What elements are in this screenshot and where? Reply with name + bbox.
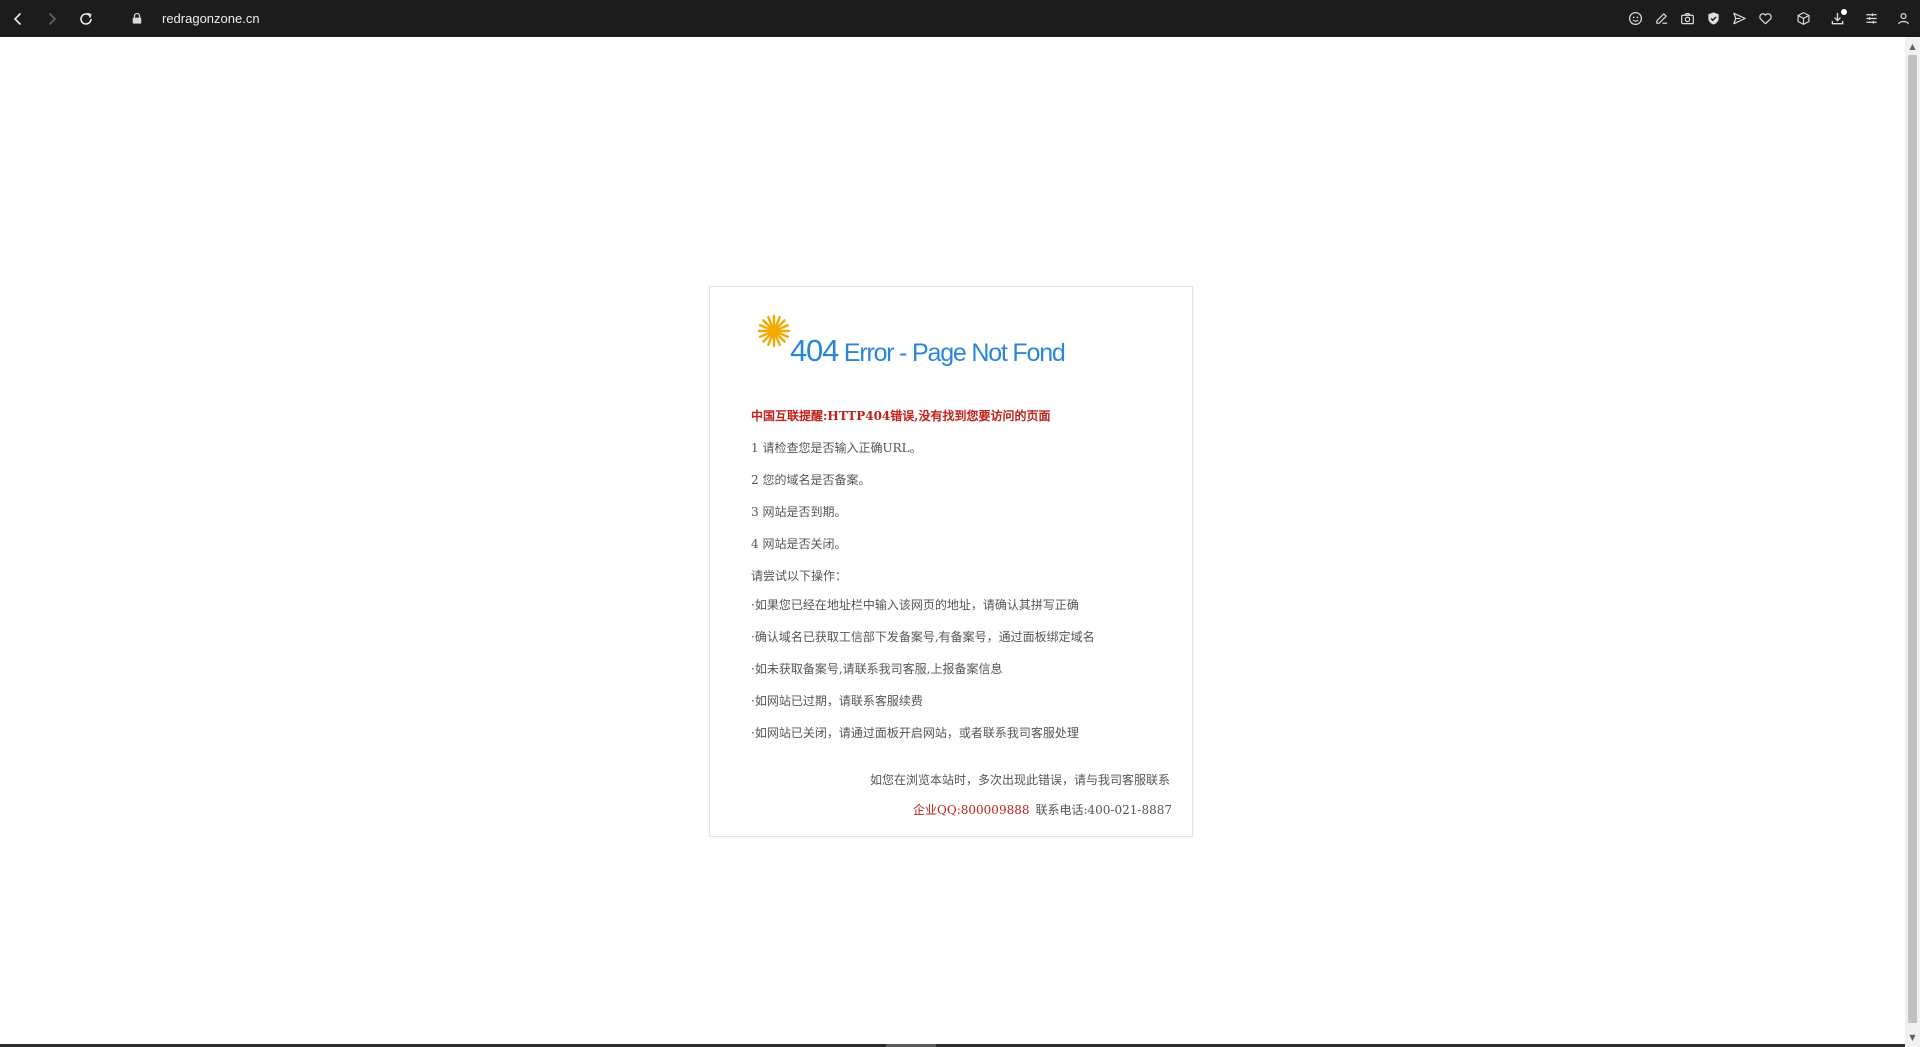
menu-button[interactable]: [1858, 6, 1884, 32]
error-warning: 中国互联提醒:HTTP404错误,没有找到您要访问的页面: [751, 409, 1051, 423]
error-content: 中国互联提醒:HTTP404错误,没有找到您要访问的页面 1 请检查您是否输入正…: [751, 408, 1171, 757]
page-title: 404 Error - Page Not Fond: [790, 333, 1066, 369]
vertical-scrollbar[interactable]: ▲ ▼: [1905, 37, 1920, 1047]
smiley-icon: [1628, 11, 1642, 26]
reload-button[interactable]: [71, 4, 101, 34]
downloads-button[interactable]: [1824, 6, 1850, 32]
contact-line: 企业QQ:800009888 联系电话:400-021-8887: [913, 801, 1172, 818]
sunburst-logo-icon: [757, 314, 791, 348]
browser-toolbar: redragonzone.cn: [0, 0, 1920, 37]
forward-arrow-icon: [48, 12, 57, 25]
user-icon: [1897, 13, 1909, 25]
error-code: 404: [790, 333, 839, 368]
heart-icon: [1758, 13, 1772, 25]
send-button[interactable]: [1726, 6, 1752, 32]
try-heading: 请尝试以下操作：: [751, 569, 848, 583]
extensions-button[interactable]: [1790, 6, 1816, 32]
action-item: ·如网站已过期，请联系客服续费: [751, 694, 923, 708]
action-item: ·确认域名已获取工信部下发备案号,有备案号，通过面板绑定域名: [751, 630, 1095, 644]
action-item: ·如网站已关闭，请通过面板开启网站，或者联系我司客服处理: [751, 726, 1079, 740]
forward-button[interactable]: [37, 4, 67, 34]
shield-icon: [1707, 12, 1719, 25]
back-arrow-icon: [13, 12, 22, 25]
scrollbar-thumb[interactable]: [1908, 55, 1917, 1023]
check-item: 1 请检查您是否输入正确URL。: [751, 441, 922, 455]
error-panel: 404 Error - Page Not Fond 中国互联提醒:HTTP404…: [709, 286, 1193, 837]
favorite-button[interactable]: [1752, 6, 1778, 32]
scroll-down-arrow-icon[interactable]: ▼: [1905, 1030, 1920, 1045]
screenshot-button[interactable]: [1674, 6, 1700, 32]
check-item: 3 网站是否到期。: [751, 505, 847, 519]
phone-number: 联系电话:400-021-8887: [1035, 803, 1172, 817]
adblock-button[interactable]: [1700, 6, 1726, 32]
cube-icon: [1797, 12, 1809, 25]
emoji-button[interactable]: [1622, 6, 1648, 32]
profile-button[interactable]: [1890, 6, 1916, 32]
check-item: 2 您的域名是否备案。: [751, 473, 871, 487]
edit-icon: [1655, 12, 1667, 24]
menu-icon: [1865, 13, 1877, 24]
support-note: 如您在浏览本站时，多次出现此错误，请与我司客服联系: [869, 773, 1170, 787]
back-button[interactable]: [3, 4, 33, 34]
action-item: ·如果您已经在地址栏中输入该网页的地址，请确认其拼写正确: [751, 598, 1079, 612]
send-icon: [1732, 12, 1746, 25]
edit-button[interactable]: [1648, 6, 1674, 32]
address-bar-url[interactable]: redragonzone.cn: [162, 11, 260, 26]
download-badge: [1841, 8, 1847, 15]
toolbar-actions: [1622, 0, 1920, 37]
reload-icon: [80, 12, 92, 25]
action-item: ·如未获取备案号,请联系我司客服,上报备案信息: [751, 662, 1003, 676]
qq-contact-link[interactable]: 企业QQ:800009888: [913, 803, 1029, 817]
lock-icon[interactable]: [131, 12, 145, 26]
camera-icon: [1680, 13, 1694, 25]
scroll-up-arrow-icon[interactable]: ▲: [1905, 39, 1920, 54]
check-item: 4 网站是否关闭。: [751, 537, 847, 551]
error-title-text: Error - Page Not Fond: [838, 339, 1066, 367]
